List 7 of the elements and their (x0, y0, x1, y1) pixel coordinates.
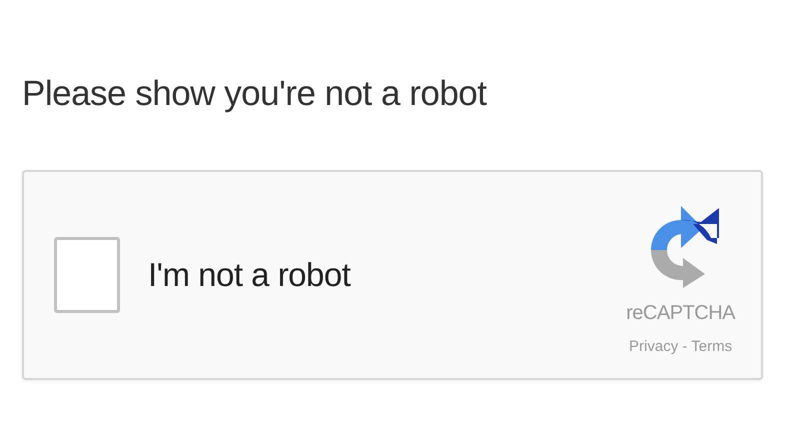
privacy-link[interactable]: Privacy (629, 336, 678, 358)
checkbox[interactable] (54, 237, 120, 313)
link-separator: - (682, 337, 688, 357)
brand-text: reCAPTCHA (626, 301, 735, 326)
terms-link[interactable]: Terms (691, 336, 732, 358)
checkbox-label: I'm not a robot (148, 255, 350, 296)
heading: Please show you're not a robot (22, 73, 488, 115)
